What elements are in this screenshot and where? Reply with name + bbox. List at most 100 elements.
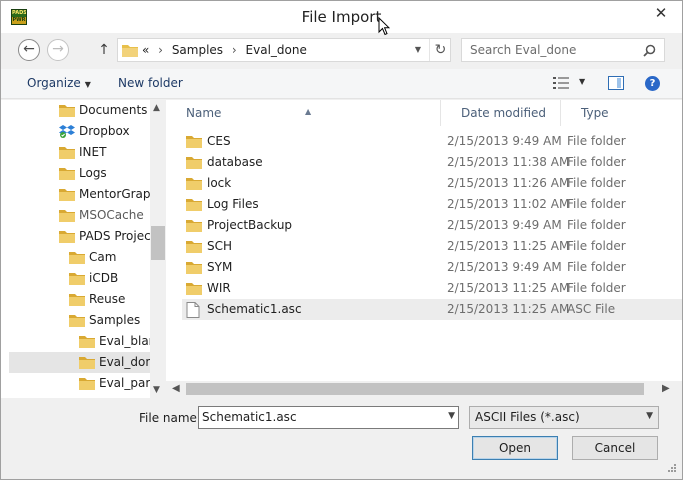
file-name-combobox[interactable]: ▼	[198, 406, 459, 429]
nav-item[interactable]: PADS Project	[59, 226, 150, 247]
nav-item[interactable]: Eval_parti	[79, 373, 150, 394]
nav-item[interactable]: iCDB	[69, 268, 150, 289]
file-name-input[interactable]	[202, 410, 432, 424]
folder-icon	[79, 376, 95, 394]
breadcrumb: « › Samples › Eval_done	[142, 43, 307, 57]
chevron-down-icon[interactable]: ▼	[448, 411, 455, 421]
change-view-icon[interactable]	[553, 77, 569, 92]
preview-pane-icon[interactable]	[608, 76, 624, 90]
file-type-value: ASCII Files (*.asc)	[475, 410, 580, 424]
breadcrumb-separator[interactable]: ›	[232, 43, 237, 57]
nav-item[interactable]: MSOCache	[59, 205, 150, 226]
file-date-modified: 2/15/2013 9:49 AM	[447, 260, 562, 274]
search-input[interactable]: Search Eval_done	[470, 43, 576, 57]
new-folder-button[interactable]: New folder	[118, 76, 183, 90]
file-name-label: File name:	[139, 411, 201, 425]
file-list-row[interactable]: SCH 2/15/2013 11:25 AM File folder	[182, 236, 682, 257]
column-header-name[interactable]: Name ▲	[166, 100, 440, 126]
file-list-row[interactable]: Schematic1.asc 2/15/2013 11:25 AM ASC File	[182, 299, 682, 320]
nav-item-label: Logs	[79, 166, 107, 180]
resize-grip-icon[interactable]	[665, 463, 677, 478]
scroll-right-icon[interactable]: ▶	[662, 383, 670, 394]
file-name: SYM	[207, 260, 233, 274]
file-list-row[interactable]: WIR 2/15/2013 11:25 AM File folder	[182, 278, 682, 299]
column-name-label: Name	[186, 106, 222, 120]
file-name: ProjectBackup	[207, 218, 293, 232]
breadcrumb-overflow[interactable]: «	[142, 43, 149, 57]
scroll-left-icon[interactable]: ◀	[172, 383, 180, 394]
nav-item[interactable]: Dropbox	[59, 121, 150, 142]
breadcrumb-item-eval-done[interactable]: Eval_done	[246, 43, 307, 57]
file-type: File folder	[567, 155, 626, 169]
close-icon: ✕	[654, 4, 668, 22]
view-options-dropdown[interactable]: ▼	[579, 77, 585, 86]
file-date-modified: 2/15/2013 11:26 AM	[447, 176, 570, 190]
nav-item[interactable]: Documents	[59, 100, 150, 121]
address-history-dropdown[interactable]: ▼	[411, 42, 425, 58]
nav-item-label: PADS Project	[79, 229, 150, 243]
file-list-row[interactable]: ProjectBackup 2/15/2013 9:49 AM File folde…	[182, 215, 682, 236]
folder-icon	[79, 355, 95, 373]
breadcrumb-item-samples[interactable]: Samples	[172, 43, 223, 57]
folder-icon	[59, 208, 75, 226]
forward-button[interactable]: →	[47, 39, 69, 61]
nav-item[interactable]: Logs	[59, 163, 150, 184]
folder-icon	[122, 43, 138, 60]
refresh-button[interactable]: ↻	[429, 39, 451, 61]
file-date-modified: 2/15/2013 9:49 AM	[447, 218, 562, 232]
file-list-row[interactable]: lock 2/15/2013 11:26 AM File folder	[182, 173, 682, 194]
search-box[interactable]: Search Eval_done	[461, 38, 665, 62]
file-list: Name ▲ Date modified Type CES 2/15/2013 9…	[166, 100, 682, 398]
organize-label: Organize	[27, 76, 81, 90]
search-icon[interactable]	[643, 44, 656, 60]
file-list-row[interactable]: SYM 2/15/2013 9:49 AM File folder	[182, 257, 682, 278]
file-date-modified: 2/15/2013 11:25 AM	[447, 239, 570, 253]
chevron-down-icon: ▼	[84, 80, 91, 89]
organize-menu[interactable]: Organize ▼	[27, 76, 91, 90]
file-name: Schematic1.asc	[207, 302, 302, 316]
file-type: File folder	[567, 281, 626, 295]
file-type: File folder	[567, 218, 626, 232]
file-name: Log Files	[207, 197, 259, 211]
open-button[interactable]: Open	[472, 436, 558, 460]
scrollbar-thumb[interactable]	[151, 226, 165, 260]
column-type-label: Type	[581, 106, 609, 120]
nav-item[interactable]: Samples	[69, 310, 150, 331]
file-date-modified: 2/15/2013 11:25 AM	[447, 281, 570, 295]
nav-vertical-scrollbar[interactable]: ▲ ▼	[150, 100, 166, 398]
close-button[interactable]: ✕	[649, 3, 673, 25]
nav-item[interactable]: INET	[59, 142, 150, 163]
column-header-date[interactable]: Date modified	[440, 100, 560, 126]
file-name: SCH	[207, 239, 233, 253]
nav-item[interactable]: Eval_done	[9, 352, 150, 373]
up-arrow-icon: ↑	[98, 42, 110, 58]
help-icon[interactable]: ?	[645, 76, 660, 91]
file-name: CES	[207, 134, 231, 148]
folder-icon	[59, 166, 75, 184]
nav-item[interactable]: MentorGraph	[59, 184, 150, 205]
file-type-select[interactable]: ASCII Files (*.asc) ▼	[469, 406, 659, 429]
navigation-pane: Documents Dropbox INET Logs MentorGraph MSOCa…	[1, 100, 166, 398]
nav-item[interactable]: Eval_blan	[79, 331, 150, 352]
scroll-down-icon[interactable]: ▼	[153, 385, 160, 395]
forward-arrow-icon: →	[52, 41, 64, 57]
file-list-horizontal-scrollbar[interactable]: ◀ ▶	[166, 381, 682, 398]
file-list-row[interactable]: CES 2/15/2013 9:49 AM File folder	[182, 131, 682, 152]
file-type: File folder	[567, 176, 626, 190]
cancel-button[interactable]: Cancel	[572, 436, 658, 460]
file-name: lock	[207, 176, 232, 190]
breadcrumb-separator[interactable]: ›	[158, 43, 163, 57]
up-button[interactable]: ↑	[95, 41, 113, 59]
address-bar[interactable]: « › Samples › Eval_done ▼ ↻	[117, 38, 451, 62]
file-list-row[interactable]: database 2/15/2013 11:38 AM File folder	[182, 152, 682, 173]
scrollbar-thumb[interactable]	[186, 383, 644, 395]
back-button[interactable]: ←	[18, 39, 40, 61]
scroll-up-icon[interactable]: ▲	[153, 103, 160, 113]
nav-item-label: Eval_done	[99, 355, 150, 369]
file-list-row[interactable]: Log Files 2/15/2013 11:02 AM File folder	[182, 194, 682, 215]
nav-item[interactable]: Reuse	[69, 289, 150, 310]
nav-item[interactable]: Cam	[69, 247, 150, 268]
folder-icon	[59, 145, 75, 163]
title-bar[interactable]: PADS PWR File Import ✕	[1, 1, 682, 33]
column-header-type[interactable]: Type	[560, 100, 682, 126]
